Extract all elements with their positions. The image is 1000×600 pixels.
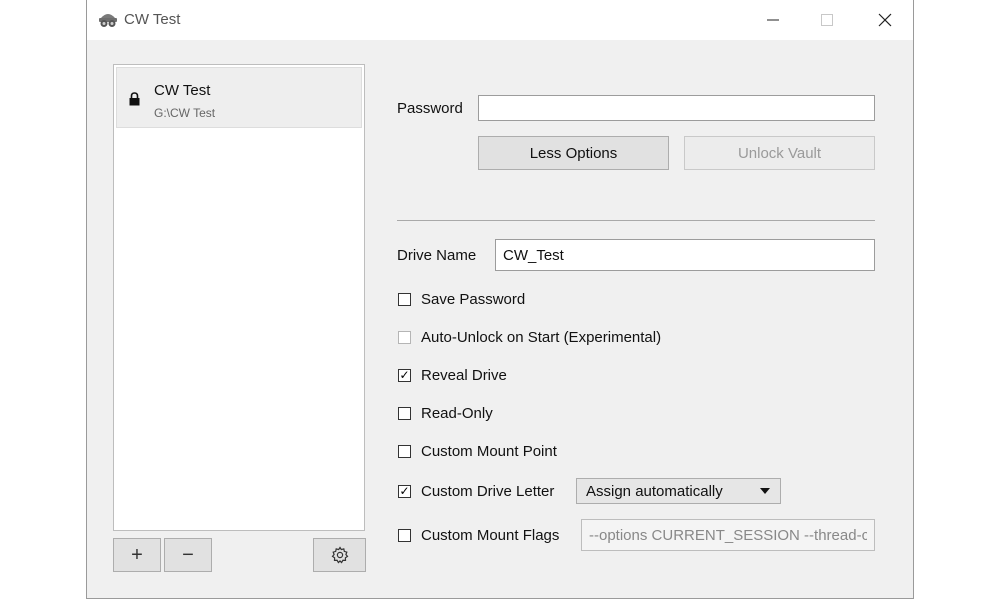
drive-name-input[interactable] [495,239,875,271]
custom-mount-point-option[interactable]: Custom Mount Point [398,441,557,461]
close-button[interactable] [862,0,908,40]
custom-drive-letter-checkbox[interactable]: ✓ [398,484,411,498]
auto-unlock-checkbox[interactable] [398,330,411,344]
unlock-vault-button[interactable]: Unlock Vault [684,136,875,170]
maximize-icon [821,14,833,26]
minimize-button[interactable] [750,0,796,40]
less-options-button[interactable]: Less Options [478,136,669,170]
custom-mount-flags-checkbox[interactable] [398,528,411,542]
custom-mount-point-label: Custom Mount Point [421,442,557,460]
read-only-option[interactable]: Read-Only [398,403,493,423]
drive-letter-select[interactable]: Assign automatically [576,478,781,504]
add-vault-button[interactable]: + [113,538,161,572]
reveal-drive-label: Reveal Drive [421,366,507,384]
save-password-option[interactable]: Save Password [398,289,525,309]
drive-name-label: Drive Name [397,247,477,264]
mount-flags-input[interactable] [581,519,875,551]
save-password-checkbox[interactable] [398,292,411,306]
password-input[interactable] [478,95,875,121]
chevron-down-icon [760,488,770,494]
reveal-drive-option[interactable]: ✓ Reveal Drive [398,365,507,385]
vault-name: CW Test [154,82,211,99]
settings-button[interactable] [313,538,366,572]
drive-letter-selected: Assign automatically [586,482,723,500]
title-bar: CW Test [87,0,913,40]
vault-list-item[interactable]: CW Test G:\CW Test [116,67,362,128]
reveal-drive-checkbox[interactable]: ✓ [398,368,411,382]
save-password-label: Save Password [421,290,526,308]
window-title: CW Test [124,11,181,28]
custom-drive-letter-label: Custom Drive Letter [421,482,555,500]
close-icon [878,13,892,27]
auto-unlock-label: Auto-Unlock on Start (Experimental) [421,328,662,346]
auto-unlock-option[interactable]: Auto-Unlock on Start (Experimental) [398,327,661,347]
custom-mount-flags-label: Custom Mount Flags [421,526,560,544]
app-logo-icon [97,10,119,28]
divider [397,220,875,221]
vault-list[interactable]: CW Test G:\CW Test [113,64,365,531]
lock-icon [129,92,140,106]
read-only-checkbox[interactable] [398,406,411,420]
custom-mount-point-checkbox[interactable] [398,444,411,458]
minimize-icon [767,19,779,21]
custom-mount-flags-option[interactable]: Custom Mount Flags [398,525,559,545]
app-window: CW Test CW Test G:\CW Test + − Password … [86,0,914,599]
gear-icon [331,546,348,564]
remove-vault-button[interactable]: − [164,538,212,572]
maximize-button[interactable] [804,0,850,40]
custom-drive-letter-option[interactable]: ✓ Custom Drive Letter [398,481,554,501]
password-label: Password [397,100,463,117]
read-only-label: Read-Only [421,404,493,422]
vault-path: G:\CW Test [154,106,216,120]
